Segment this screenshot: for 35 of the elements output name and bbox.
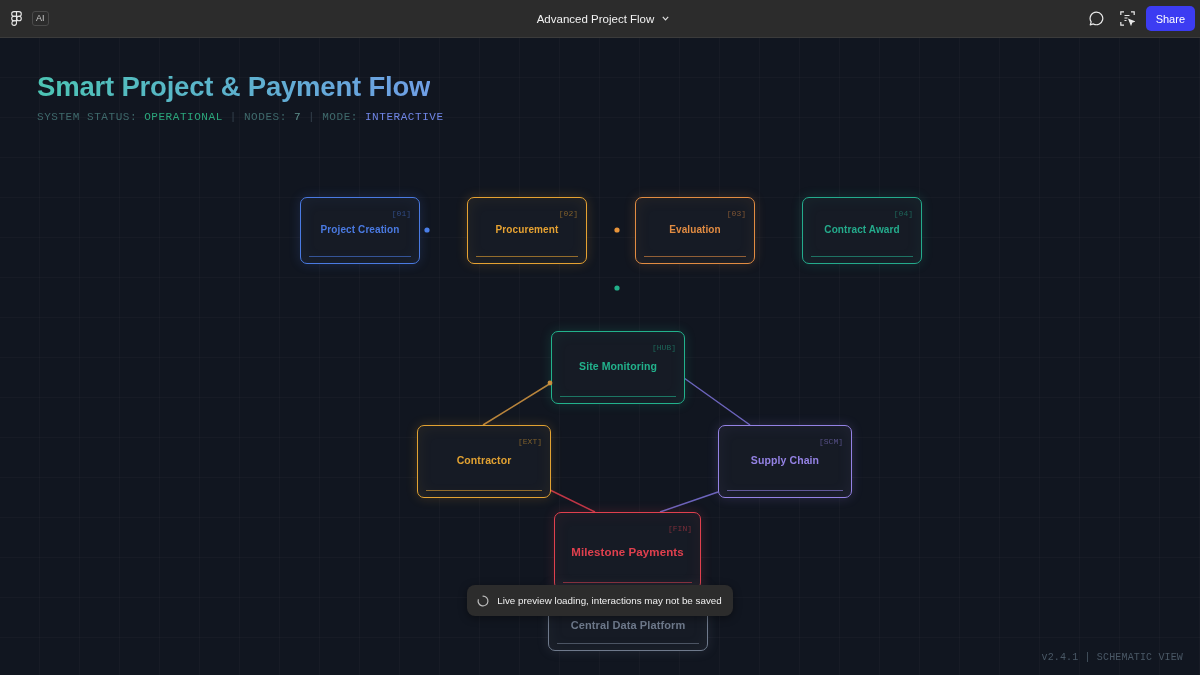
select-frame-icon[interactable]	[1119, 11, 1135, 26]
toast-message: Live preview loading, interactions may not be saved	[497, 595, 722, 606]
status-label: SYSTEM STATUS:	[37, 110, 138, 124]
status-label: NODES:	[243, 110, 287, 124]
node-tag: [02]	[558, 209, 578, 219]
node-label: Procurement	[495, 223, 559, 236]
node-label: Central Data Platform	[570, 617, 686, 632]
node-label: Project Creation	[320, 223, 400, 236]
status-value: 7	[293, 110, 302, 124]
share-button[interactable]: Share	[1145, 6, 1195, 31]
separator: |	[308, 110, 316, 124]
logo-icon[interactable]	[11, 11, 22, 26]
comment-icon[interactable]	[1088, 11, 1104, 26]
spinner-icon	[477, 594, 490, 607]
node-tag: [FIN]	[668, 524, 692, 534]
node-label: Supply Chain	[750, 454, 820, 467]
separator: |	[229, 110, 237, 124]
version-label: v2.4.1 | SCHEMATIC VIEW	[1041, 652, 1183, 664]
file-title-button[interactable]: Advanced Project Flow	[532, 9, 674, 28]
ai-button[interactable]: AI	[32, 11, 49, 26]
node-label: Contract Award	[824, 223, 900, 236]
status-value: OPERATIONAL	[144, 110, 223, 124]
node-tag: [01]	[391, 209, 411, 219]
node-tag: [SCM]	[819, 437, 843, 447]
node-label: Evaluation	[669, 223, 721, 236]
caret-icon	[662, 16, 670, 21]
node-label: Milestone Payments	[571, 544, 684, 559]
node-tag: [HUB]	[652, 343, 676, 353]
status-label: MODE:	[322, 110, 358, 124]
node-tag: [04]	[893, 209, 913, 219]
node-tag: [EXT]	[518, 437, 542, 447]
status-value: INTERACTIVE	[364, 110, 444, 124]
node-label: Site Monitoring	[579, 360, 657, 373]
node-label: Contractor	[456, 454, 512, 467]
node-tag: [03]	[726, 209, 746, 219]
